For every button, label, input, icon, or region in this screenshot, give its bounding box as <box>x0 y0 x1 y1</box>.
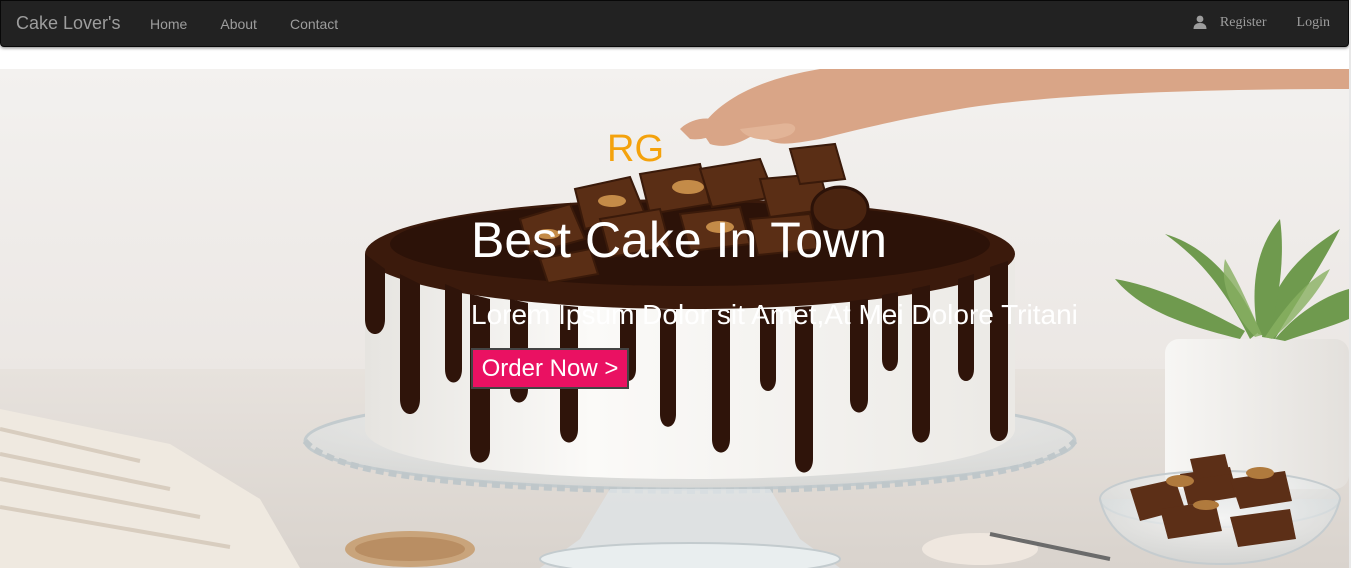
login-link[interactable]: Login <box>1297 15 1330 31</box>
register-label: Register <box>1219 15 1267 30</box>
hero-headline: Best Cake In Town <box>471 212 887 268</box>
hero-content: RG Best Cake In Town Lorem Ipsum Dolor s… <box>0 69 1349 568</box>
brand-link[interactable]: Cake Lover's <box>16 13 120 34</box>
hero-banner: RG Best Cake In Town Lorem Ipsum Dolor s… <box>0 69 1349 568</box>
nav-home-link[interactable]: Home <box>150 16 187 32</box>
hero-subtitle: Lorem Ipsum Dolor sit Amet,At Mei Dolore… <box>471 299 1078 330</box>
user-icon <box>1193 15 1207 29</box>
nav-links: Home About Contact <box>150 16 371 32</box>
top-navbar: Cake Lover's Home About Contact Register… <box>0 0 1349 47</box>
nav-account-links: Register Login <box>1193 15 1330 31</box>
rg-logo: RG <box>607 128 664 170</box>
nav-contact-link[interactable]: Contact <box>290 16 338 32</box>
nav-about-link[interactable]: About <box>220 16 257 32</box>
order-now-button[interactable]: Order Now > <box>471 348 629 389</box>
register-link[interactable]: Register <box>1193 15 1267 31</box>
